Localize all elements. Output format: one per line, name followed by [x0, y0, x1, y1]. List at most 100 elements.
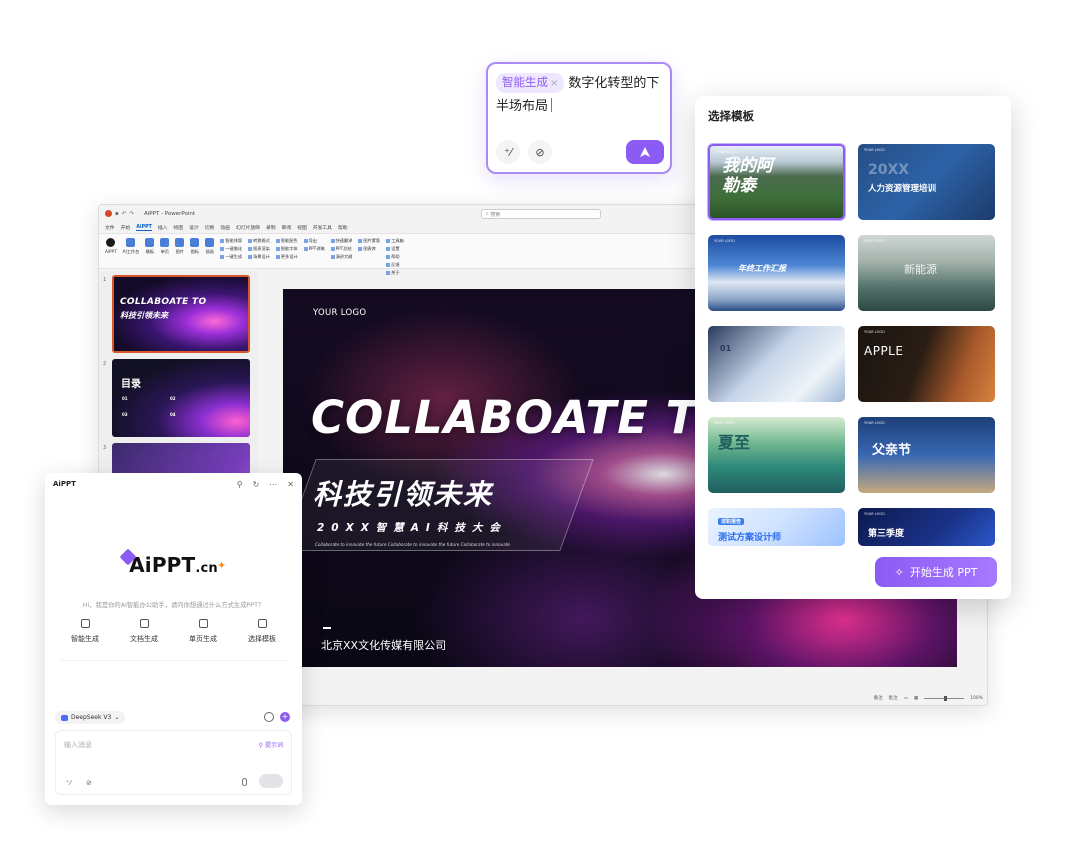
template-card[interactable]: YOUR LOGO 第三季度 [858, 508, 995, 546]
magic-wand-icon[interactable]: ⁺⁄ [496, 140, 520, 164]
redo-icon[interactable]: ↷ [129, 211, 134, 217]
ppt-status-bar: 备注 批注 ▭ ▦ 100% [799, 693, 983, 703]
slide-accent-line [323, 627, 331, 629]
template-card[interactable]: YOUR LOGO 夏至 [708, 417, 845, 493]
card-label: YOUR LOGO [714, 239, 735, 243]
template-card[interactable]: YOUR LOGO 我的阿勒泰 [708, 144, 845, 220]
ppt-menu-item[interactable]: 动画 [220, 224, 230, 231]
mode-button[interactable]: 文档生成 [120, 619, 168, 660]
ppt-menu-item[interactable]: 绘图 [174, 224, 184, 231]
template-card[interactable]: 述职报告 测试方案设计师 [708, 508, 845, 546]
send-button[interactable] [259, 774, 283, 788]
ribbon-small-button[interactable]: 图表渲染 [248, 246, 270, 252]
ribbon-button[interactable]: 模板 [145, 238, 155, 255]
ppt-menu-item[interactable]: 设计 [189, 224, 199, 231]
comments-button[interactable]: 批注 [889, 695, 898, 701]
magic-wand-icon[interactable]: ⁺⁄ [66, 779, 71, 787]
template-card[interactable]: YOUR LOGO 父亲节 [858, 417, 995, 493]
send-button[interactable] [626, 140, 664, 164]
side-panel-header: AiPPT ⚲ ↻ ⋯ ✕ [45, 473, 302, 495]
undo-icon[interactable]: ↶ [122, 211, 127, 217]
new-chat-icon[interactable]: + [280, 712, 290, 722]
ppt-menu-item[interactable]: 文件 [105, 224, 115, 231]
ribbon-small-button[interactable]: 更多设计 [276, 254, 298, 260]
ribbon-button[interactable]: 插画 [205, 238, 215, 255]
ribbon-button[interactable]: AiPPT [105, 238, 117, 254]
notes-button[interactable]: 备注 [874, 695, 883, 701]
slide-thumbnail-2[interactable]: 目录 01 02 03 04 [112, 359, 250, 437]
page-icon [198, 619, 208, 628]
mode-button[interactable]: 单页生成 [179, 619, 227, 660]
ribbon-small-button[interactable]: 反馈 [386, 262, 404, 268]
ribbon-small-button[interactable]: 智能排版 [220, 238, 242, 244]
ppt-menu-item[interactable]: 帮助 [338, 224, 348, 231]
ribbon-button[interactable]: 图片 [175, 238, 185, 255]
prompt-text-area[interactable]: 智能生成 × 数字化转型的下半场布局 [496, 72, 662, 118]
ppt-menu-item[interactable]: 开始 [121, 224, 131, 231]
slide-logo: YOUR LOGO [313, 308, 367, 318]
start-generate-button[interactable]: ✧ 开始生成 PPT [875, 557, 997, 587]
ribbon-small-button[interactable]: 图片蒙版 [358, 238, 380, 244]
ribbon-small-button[interactable]: 快速翻译 [331, 238, 353, 244]
ppt-menu-item[interactable]: AiPPT [136, 225, 152, 231]
template-card[interactable]: 01 [708, 326, 845, 402]
card-label: YOUR LOGO [864, 421, 885, 425]
slide-tagline: Collaborate to innovate the future Colla… [315, 542, 510, 547]
ribbon-small-button[interactable]: 图表库 [358, 246, 380, 252]
attachment-icon[interactable]: ⊘ [528, 140, 552, 164]
ppt-menu-item[interactable]: 开发工具 [313, 224, 332, 231]
card-label: YOUR LOGO [714, 421, 735, 425]
prompt-hint-button[interactable]: ⚲ 提示词 [259, 740, 283, 749]
template-card[interactable]: YOUR LOGO 新能源 [858, 235, 995, 311]
ribbon-small-button[interactable]: 设置 [386, 246, 404, 252]
grid-view-icon[interactable]: ▦ [914, 696, 918, 701]
slide-thumbnail-1[interactable]: COLLABOATE TO 科技引领未来 [112, 275, 250, 353]
template-card[interactable]: YOUR LOGO 20XX 人力资源管理培训 [858, 144, 995, 220]
mode-button[interactable]: 智能生成 [61, 619, 109, 660]
message-input-placeholder[interactable]: 输入消息 [64, 740, 92, 750]
slide-company: 北京XX文化传媒有限公司 [321, 639, 447, 652]
ribbon-small-button[interactable]: 一键美化 [220, 246, 242, 252]
ppt-menu-item[interactable]: 审阅 [282, 224, 292, 231]
ribbon-button[interactable]: 单页 [160, 238, 170, 255]
message-input-box[interactable]: 输入消息 ⚲ 提示词 ⁺⁄ ⊘ [55, 730, 292, 795]
ribbon-small-button[interactable]: 智能配色 [276, 238, 298, 244]
ppt-menu-item[interactable]: 插入 [158, 224, 168, 231]
mode-button[interactable]: 选择模板 [238, 619, 286, 660]
ribbon-small-button[interactable]: 场景设计 [248, 254, 270, 260]
ribbon-small-button[interactable]: 工具箱 [386, 238, 404, 244]
ribbon-small-button[interactable]: 帮助 [386, 254, 404, 260]
tag-close-icon[interactable]: × [550, 78, 558, 89]
ribbon-small-button[interactable]: 关于 [386, 270, 404, 276]
ppt-menu-item[interactable]: 切换 [205, 224, 215, 231]
prompt-card[interactable]: 智能生成 × 数字化转型的下半场布局 ⁺⁄ ⊘ [486, 62, 672, 174]
ribbon-small-button[interactable]: 一键生成 [220, 254, 242, 260]
zoom-slider[interactable] [924, 695, 965, 701]
more-icon[interactable]: ⋯ [269, 480, 277, 489]
ribbon-small-button[interactable]: 智能字体 [276, 246, 298, 252]
normal-view-icon[interactable]: ▭ [904, 696, 908, 701]
ribbon-button[interactable]: AI工作台 [123, 238, 139, 255]
pin-icon[interactable]: ⚲ [237, 480, 243, 489]
brand-name: AiPPT.cn [129, 553, 218, 577]
history-icon[interactable] [264, 712, 274, 722]
ppt-search-input[interactable]: ⌕ 搜索 [481, 209, 601, 219]
refresh-icon[interactable]: ↻ [253, 480, 260, 489]
ppt-menu-item[interactable]: 录制 [266, 224, 276, 231]
save-icon[interactable]: ▪ [115, 211, 119, 217]
ppt-menu-item[interactable]: 幻灯片放映 [236, 224, 260, 231]
attachment-icon[interactable]: ⊘ [86, 779, 92, 787]
ribbon-small-button[interactable]: PPT总结 [331, 246, 353, 252]
ribbon-small-button[interactable]: PPT讲稿 [304, 246, 325, 252]
ppt-menu-item[interactable]: 视图 [297, 224, 307, 231]
close-icon[interactable]: ✕ [287, 480, 294, 489]
template-card[interactable]: YOUR LOGO 年终工作汇报 [708, 235, 845, 311]
ribbon-small-button[interactable]: 转换格式 [248, 238, 270, 244]
template-card[interactable]: YOUR LOGO APPLE [858, 326, 995, 402]
model-selector[interactable]: DeepSeek V3 ⌄ [55, 711, 126, 724]
ribbon-small-button[interactable]: 导出 [304, 238, 325, 244]
microphone-icon[interactable] [242, 778, 247, 786]
ribbon-button[interactable]: 图标 [190, 238, 200, 255]
ribbon-small-button[interactable]: 演讲大纲 [331, 254, 353, 260]
card-title: APPLE [864, 344, 904, 358]
